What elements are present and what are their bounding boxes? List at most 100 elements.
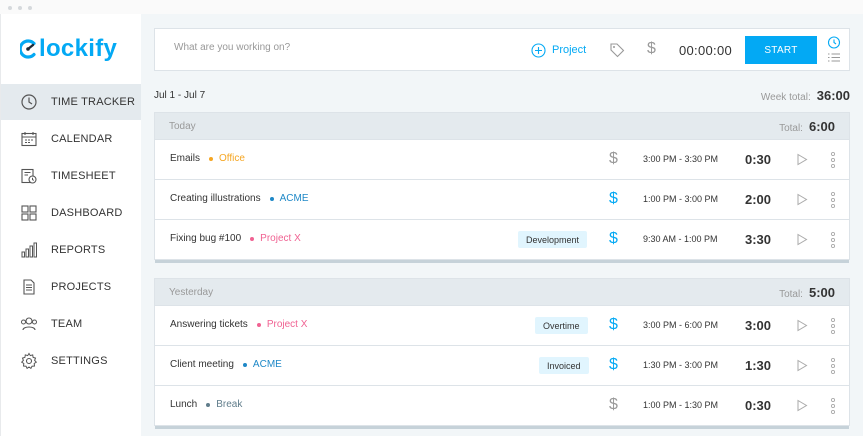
entry-description[interactable]: Creating illustrations ACME bbox=[170, 193, 309, 204]
time-entry-row: Fixing bug #100 Project X Development $9:30… bbox=[155, 220, 849, 260]
sidebar-item-calendar[interactable]: CALENDAR bbox=[1, 121, 142, 157]
project-color-dot bbox=[242, 362, 247, 367]
projects-icon bbox=[23, 279, 35, 295]
billable-dollar-icon[interactable]: $ bbox=[609, 316, 618, 334]
entry-tag[interactable]: Development bbox=[518, 231, 588, 248]
sidebar-item-time-tracker[interactable]: TIME TRACKER bbox=[1, 84, 142, 120]
entry-description[interactable]: Emails Office bbox=[170, 153, 245, 164]
sidebar-item-label: CALENDAR bbox=[51, 133, 113, 145]
play-icon[interactable] bbox=[796, 233, 808, 246]
main-content: What are you working on? Project $ 00:00… bbox=[141, 14, 863, 436]
billable-dollar-icon[interactable]: $ bbox=[609, 190, 618, 208]
gear-icon bbox=[20, 352, 38, 370]
play-icon[interactable] bbox=[796, 359, 808, 372]
project-color-dot bbox=[256, 322, 261, 327]
more-options-icon[interactable] bbox=[830, 151, 836, 169]
entry-time-range[interactable]: 3:00 PM - 3:30 PM bbox=[643, 154, 733, 164]
more-options-icon[interactable] bbox=[830, 397, 836, 415]
billable-dollar-icon[interactable]: $ bbox=[609, 356, 618, 374]
team-icon bbox=[21, 317, 37, 331]
group-divider bbox=[155, 426, 849, 429]
project-color-dot bbox=[269, 196, 274, 201]
entry-time-range[interactable]: 1:00 PM - 3:00 PM bbox=[643, 194, 733, 204]
entry-duration[interactable]: 1:30 bbox=[745, 358, 771, 373]
sidebar-item-label: DASHBOARD bbox=[51, 207, 123, 219]
sidebar-item-reports[interactable]: REPORTS bbox=[1, 232, 142, 268]
sidebar-item-label: REPORTS bbox=[51, 244, 106, 256]
calendar-icon bbox=[21, 132, 37, 147]
play-icon[interactable] bbox=[796, 319, 808, 332]
week-range: Jul 1 - Jul 7 bbox=[154, 90, 206, 101]
time-entry-row: Answering tickets Project X Overtime $3:00 … bbox=[155, 306, 849, 346]
add-project-button[interactable]: Project bbox=[531, 41, 586, 59]
project-color-dot bbox=[209, 156, 214, 161]
play-icon[interactable] bbox=[796, 193, 808, 206]
entry-description-text: Fixing bug #100 bbox=[170, 233, 242, 244]
sidebar-item-settings[interactable]: SETTINGS bbox=[1, 343, 142, 379]
sidebar: lockify TIME TRACKER CALENDAR TIMESHEET … bbox=[0, 14, 142, 436]
sidebar-item-team[interactable]: TEAM bbox=[1, 306, 142, 342]
entry-duration[interactable]: 0:30 bbox=[745, 152, 771, 167]
entry-project-name: ACME bbox=[279, 193, 309, 204]
entry-time-range[interactable]: 1:00 PM - 1:30 PM bbox=[643, 400, 733, 410]
entry-duration[interactable]: 3:00 bbox=[745, 318, 771, 333]
time-entry-row: Creating illustrations ACME $1:00 PM - 3:0… bbox=[155, 180, 849, 220]
play-icon[interactable] bbox=[796, 153, 808, 166]
entry-time-range[interactable]: 3:00 PM - 6:00 PM bbox=[643, 320, 733, 330]
billable-toggle[interactable]: $ bbox=[647, 40, 656, 58]
clockify-logo-icon bbox=[20, 39, 36, 59]
more-options-icon[interactable] bbox=[830, 191, 836, 209]
sidebar-item-dashboard[interactable]: DASHBOARD bbox=[1, 195, 142, 231]
reports-icon bbox=[21, 242, 37, 258]
start-button[interactable]: START bbox=[745, 36, 817, 64]
entry-project-name: ACME bbox=[252, 359, 282, 370]
entry-duration[interactable]: 0:30 bbox=[745, 398, 771, 413]
sidebar-item-label: TIMESHEET bbox=[51, 170, 116, 182]
sidebar-item-projects[interactable]: PROJECTS bbox=[1, 269, 142, 305]
add-project-label: Project bbox=[552, 44, 587, 56]
timer-mode-switch-icon[interactable] bbox=[825, 35, 843, 65]
entry-description[interactable]: Lunch Break bbox=[170, 399, 242, 410]
more-options-icon[interactable] bbox=[830, 357, 836, 375]
sidebar-item-label: SETTINGS bbox=[51, 355, 108, 367]
play-icon[interactable] bbox=[796, 399, 808, 412]
entry-duration[interactable]: 2:00 bbox=[745, 192, 771, 207]
week-total-label: Week total: bbox=[760, 92, 811, 103]
day-total-label: Total: bbox=[779, 289, 803, 300]
entry-duration[interactable]: 3:30 bbox=[745, 232, 771, 247]
dashboard-icon bbox=[21, 205, 37, 221]
entry-tag[interactable]: Invoiced bbox=[539, 357, 589, 374]
more-options-icon[interactable] bbox=[830, 231, 836, 249]
more-options-icon[interactable] bbox=[830, 317, 836, 335]
entry-description[interactable]: Client meeting ACME bbox=[170, 359, 282, 370]
plus-circle-icon bbox=[531, 42, 546, 58]
entry-description-text: Answering tickets bbox=[170, 319, 248, 330]
window-dot bbox=[8, 6, 12, 10]
day-header: Today Total: 6:00 bbox=[155, 113, 849, 140]
day-total-label: Total: bbox=[779, 123, 803, 134]
entry-description[interactable]: Fixing bug #100 Project X bbox=[170, 233, 301, 244]
description-input[interactable]: What are you working on? bbox=[174, 42, 474, 53]
entry-tag[interactable]: Overtime bbox=[535, 317, 588, 334]
sidebar-item-timesheet[interactable]: TIMESHEET bbox=[1, 158, 142, 194]
entry-project-name: Office bbox=[219, 153, 245, 164]
clock-icon bbox=[21, 94, 37, 110]
billable-dollar-icon[interactable]: $ bbox=[609, 150, 618, 168]
entry-time-range[interactable]: 1:30 PM - 3:00 PM bbox=[643, 360, 733, 370]
day-label: Yesterday bbox=[169, 287, 214, 298]
billable-dollar-icon[interactable]: $ bbox=[609, 230, 618, 248]
group-divider bbox=[155, 260, 849, 263]
sidebar-item-label: PROJECTS bbox=[51, 281, 112, 293]
billable-dollar-icon[interactable]: $ bbox=[609, 396, 618, 414]
entry-time-range[interactable]: 9:30 AM - 1:00 PM bbox=[643, 234, 733, 244]
entry-description[interactable]: Answering tickets Project X bbox=[170, 319, 307, 330]
day-label: Today bbox=[169, 121, 196, 132]
tag-icon[interactable] bbox=[609, 42, 625, 58]
window-dot bbox=[28, 6, 32, 10]
app-logo-text: lockify bbox=[39, 35, 118, 62]
day-header: Yesterday Total: 5:00 bbox=[155, 279, 849, 306]
day-group-today: Today Total: 6:00 Emails Office $3:00 PM - 3:… bbox=[154, 112, 850, 263]
project-color-dot bbox=[250, 236, 255, 241]
app-logo[interactable]: lockify bbox=[20, 34, 117, 64]
time-entry-row: Client meeting ACME Invoiced $1:30 PM - 3:0… bbox=[155, 346, 849, 386]
